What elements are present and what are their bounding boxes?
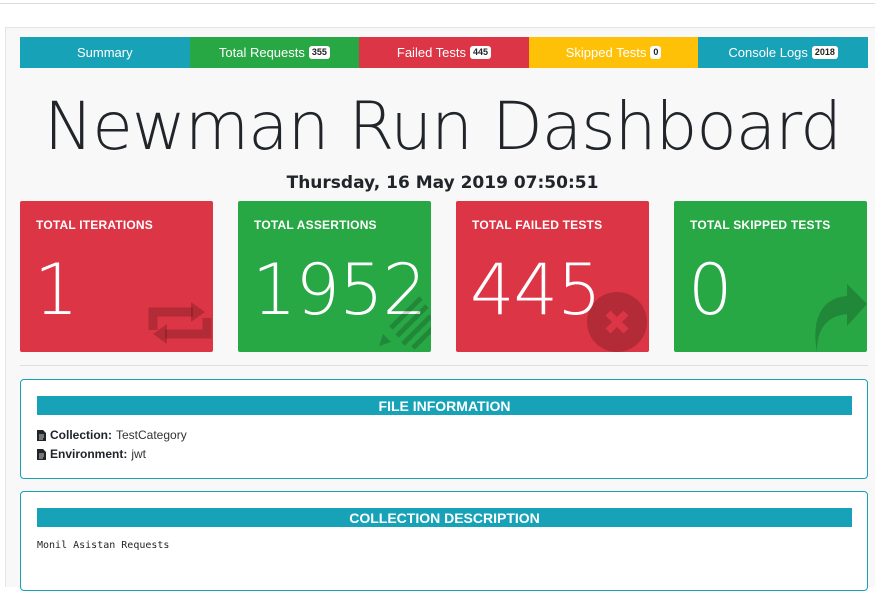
collection-description-panel: COLLECTION DESCRIPTION Monil Asistan Req…: [20, 491, 868, 591]
tab-label: Failed Tests: [396, 45, 467, 60]
card-total-failed-tests: TOTAL FAILED TESTS 445: [456, 201, 649, 352]
collection-description-text: Monil Asistan Requests: [37, 540, 170, 551]
page-title: Newman Run Dashboard: [43, 88, 842, 165]
tab-label: Total Requests: [218, 45, 305, 60]
card-value: 1: [34, 249, 79, 331]
tab-console-logs[interactable]: Console Logs 2018: [698, 37, 868, 68]
tab-label: Summary: [76, 45, 133, 60]
x-circle-icon: [587, 292, 647, 352]
panel-heading: FILE INFORMATION: [37, 396, 852, 415]
panel-heading: COLLECTION DESCRIPTION: [37, 508, 852, 527]
section-divider: [20, 365, 868, 366]
card-total-iterations: TOTAL ITERATIONS 1: [20, 201, 213, 352]
card-label: TOTAL SKIPPED TESTS: [690, 218, 831, 232]
environment-label: Environment:: [50, 447, 128, 461]
tab-summary[interactable]: Summary: [20, 37, 190, 68]
card-label: TOTAL ASSERTIONS: [254, 218, 377, 232]
sync-icon: [148, 302, 212, 344]
run-timestamp: Thursday, 16 May 2019 07:50:51: [286, 173, 599, 193]
tab-skipped-tests[interactable]: Skipped Tests 0: [528, 37, 699, 68]
collection-value: TestCategory: [116, 428, 187, 442]
environment-row: Environment: jwt: [37, 447, 146, 461]
collection-label: Collection:: [50, 428, 112, 442]
file-icon: [37, 429, 46, 441]
count-badge: 0: [650, 46, 662, 59]
pen-lines-icon: [379, 296, 431, 350]
file-information-panel: FILE INFORMATION Collection: TestCategor…: [20, 379, 868, 479]
card-total-assertions: TOTAL ASSERTIONS 1952: [238, 201, 431, 352]
nav-tabs: Summary Total Requests 355 Failed Tests …: [20, 37, 868, 68]
card-label: TOTAL ITERATIONS: [36, 218, 153, 232]
browser-top-edge: [0, 0, 875, 4]
environment-value: jwt: [131, 447, 147, 461]
tab-total-requests[interactable]: Total Requests 355: [189, 37, 360, 68]
tab-failed-tests[interactable]: Failed Tests 445: [359, 37, 529, 68]
count-badge: 355: [308, 46, 330, 59]
collection-row: Collection: TestCategory: [37, 428, 187, 442]
card-value: 0: [688, 249, 733, 331]
tab-label: Skipped Tests: [565, 45, 647, 60]
card-total-skipped-tests: TOTAL SKIPPED TESTS 0: [674, 201, 867, 352]
count-badge: 445: [470, 46, 492, 59]
count-badge: 2018: [811, 46, 838, 59]
card-label: TOTAL FAILED TESTS: [472, 218, 603, 232]
share-arrow-icon: [815, 284, 867, 352]
file-icon: [37, 448, 46, 460]
tab-label: Console Logs: [728, 45, 808, 60]
